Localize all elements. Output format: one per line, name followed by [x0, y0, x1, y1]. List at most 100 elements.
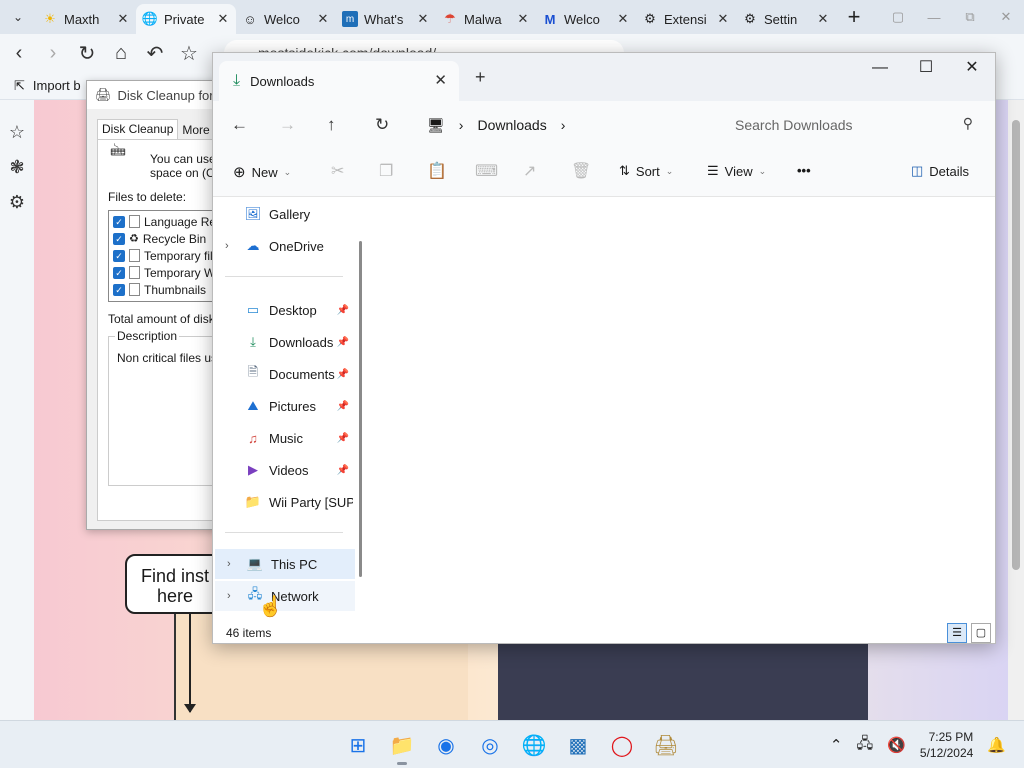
- list-item[interactable]: ✓ ♻ Recycle Bin: [113, 230, 225, 247]
- paste-icon[interactable]: 📋: [427, 161, 447, 181]
- view-button[interactable]: ☰ View ⌄: [707, 163, 766, 179]
- file-explorer-icon[interactable]: 📁: [388, 731, 416, 765]
- clock[interactable]: 7:25 PM 5/12/2024: [920, 729, 973, 761]
- home-button[interactable]: ⌂: [110, 42, 132, 65]
- minimize-button[interactable]: —: [857, 53, 903, 85]
- details-view-icon[interactable]: ☰: [947, 623, 967, 643]
- share-icon[interactable]: ↗: [523, 161, 536, 181]
- browser-tab[interactable]: ☀ Maxth ✕: [36, 4, 136, 34]
- close-button[interactable]: ✕: [988, 9, 1024, 25]
- close-tab-icon[interactable]: ✕: [434, 71, 447, 89]
- more-options-button[interactable]: •••: [797, 163, 811, 178]
- close-icon[interactable]: ✕: [416, 11, 430, 27]
- checkbox-checked[interactable]: ✓: [113, 232, 125, 245]
- close-icon[interactable]: ✕: [216, 11, 230, 27]
- tiles-view-icon[interactable]: ▢: [971, 623, 991, 643]
- network-tray-icon[interactable]: 🖧: [857, 733, 874, 758]
- file-list-area[interactable]: [369, 197, 995, 621]
- browser-tab[interactable]: M Welco ✕: [536, 4, 636, 34]
- breadcrumb-downloads[interactable]: Downloads: [477, 117, 546, 133]
- chevron-up-icon[interactable]: ⌃: [830, 736, 843, 754]
- up-arrow-icon[interactable]: ↑: [327, 115, 336, 135]
- nav-onedrive[interactable]: › ☁ OneDrive: [213, 231, 353, 261]
- chevron-right-icon[interactable]: ›: [227, 590, 231, 602]
- chrome-app-icon[interactable]: ◎: [476, 731, 504, 759]
- nav-network[interactable]: › 🖧 Network: [215, 581, 355, 611]
- new-tab-button[interactable]: +: [475, 67, 486, 88]
- ai-icon[interactable]: ❃: [9, 157, 24, 178]
- checkbox-checked[interactable]: ✓: [113, 283, 125, 296]
- forward-arrow-icon[interactable]: →: [279, 115, 296, 135]
- nav-music[interactable]: ♫ Music 📌: [213, 423, 353, 453]
- nav-downloads[interactable]: ⤓ Downloads 📌: [213, 327, 353, 357]
- maxthon-app-icon[interactable]: ▩: [564, 731, 592, 759]
- undo-button[interactable]: ↶: [144, 41, 166, 66]
- chevron-right-icon[interactable]: ›: [227, 558, 231, 570]
- new-tab-button[interactable]: +: [836, 4, 872, 30]
- list-item[interactable]: ✓ Temporary Wi: [113, 264, 225, 281]
- favorites-star-icon[interactable]: ☆: [9, 122, 25, 143]
- cut-icon[interactable]: ✂: [331, 161, 344, 181]
- checkbox-checked[interactable]: ✓: [113, 266, 125, 279]
- nav-pictures[interactable]: ⛰ Pictures 📌: [213, 391, 353, 421]
- search-input[interactable]: Search Downloads ⚲: [725, 109, 985, 141]
- close-icon[interactable]: ✕: [116, 11, 130, 27]
- browser-tab[interactable]: ⚙ Settin ✕: [736, 4, 836, 34]
- close-button[interactable]: ✕: [949, 53, 995, 85]
- nav-documents[interactable]: 🗎 Documents 📌: [213, 359, 353, 389]
- list-item[interactable]: ✓ Thumbnails: [113, 281, 225, 298]
- close-icon[interactable]: ✕: [316, 11, 330, 27]
- back-arrow-icon[interactable]: ←: [231, 115, 248, 135]
- notification-bell-icon[interactable]: 🔔: [987, 736, 1006, 754]
- back-button[interactable]: ‹: [8, 42, 30, 65]
- chevron-right-icon[interactable]: ›: [561, 117, 566, 133]
- copy-icon[interactable]: ❐: [379, 161, 393, 181]
- forward-button[interactable]: ›: [42, 42, 64, 65]
- nav-videos[interactable]: ▶ Videos 📌: [213, 455, 353, 485]
- close-icon[interactable]: ✕: [516, 11, 530, 27]
- browser-tab[interactable]: ☂ Malwa ✕: [436, 4, 536, 34]
- chevron-right-icon[interactable]: ›: [225, 240, 229, 252]
- reload-button[interactable]: ↻: [76, 41, 98, 66]
- list-item[interactable]: ✓ Language Re: [113, 213, 225, 230]
- nav-folder-wii-party[interactable]: 📁Wii Party [SUPE(: [213, 487, 353, 517]
- settings-gear-icon[interactable]: ⚙: [9, 192, 25, 213]
- close-icon[interactable]: ✕: [816, 11, 830, 27]
- browser-tab[interactable]: ⚙ Extensi ✕: [636, 4, 736, 34]
- browser-tab-active[interactable]: 🌐 Private ✕: [136, 4, 236, 34]
- minimize-button[interactable]: —: [916, 10, 952, 25]
- maximize-button[interactable]: ☐: [903, 53, 949, 85]
- browser-app-icon[interactable]: ◉: [432, 731, 460, 759]
- refresh-icon[interactable]: ↻: [375, 115, 389, 135]
- tab-list-chevron-icon[interactable]: ⌄: [0, 0, 36, 34]
- restore-button[interactable]: ⧉: [952, 9, 988, 25]
- volume-muted-icon[interactable]: 🔇: [887, 736, 906, 754]
- new-button[interactable]: ⊕ New ⌄: [233, 163, 291, 181]
- breadcrumb[interactable]: 🖥 › Downloads ›: [417, 109, 713, 141]
- checkbox-checked[interactable]: ✓: [113, 249, 125, 262]
- explorer-tab[interactable]: ⤓ Downloads ✕: [219, 61, 459, 101]
- close-icon[interactable]: ✕: [716, 11, 730, 27]
- rename-icon[interactable]: ⌨: [475, 161, 498, 181]
- browser-tab[interactable]: ☺ Welco ✕: [236, 4, 336, 34]
- nav-gallery[interactable]: 🖼 Gallery: [213, 199, 353, 229]
- browser-tab[interactable]: m What's ✕: [336, 4, 436, 34]
- nav-scrollbar[interactable]: [359, 241, 362, 577]
- globe-app-icon[interactable]: 🌐: [520, 731, 548, 759]
- tab-disk-cleanup[interactable]: Disk Cleanup: [97, 119, 179, 139]
- disk-cleanup-app-icon[interactable]: 🖨: [652, 731, 680, 759]
- checkbox-checked[interactable]: ✓: [113, 215, 125, 228]
- opera-app-icon[interactable]: ◯: [608, 731, 636, 759]
- nav-desktop[interactable]: ▭ Desktop 📌: [213, 295, 353, 325]
- page-scrollbar[interactable]: [1008, 100, 1024, 720]
- list-item[interactable]: ✓ Temporary file: [113, 247, 225, 264]
- close-icon[interactable]: ✕: [616, 11, 630, 27]
- sidebar-toggle-icon[interactable]: ▢: [880, 9, 916, 25]
- sort-button[interactable]: ⇅ Sort ⌄: [619, 163, 673, 179]
- import-bookmarks-link[interactable]: Import b: [33, 78, 81, 93]
- delete-icon[interactable]: 🗑: [571, 161, 591, 181]
- start-windows-icon[interactable]: ⊞: [344, 731, 372, 759]
- bookmark-star-icon[interactable]: ☆: [178, 41, 200, 66]
- scrollbar-thumb[interactable]: [1012, 120, 1020, 570]
- details-button[interactable]: ◫ Details: [911, 163, 969, 179]
